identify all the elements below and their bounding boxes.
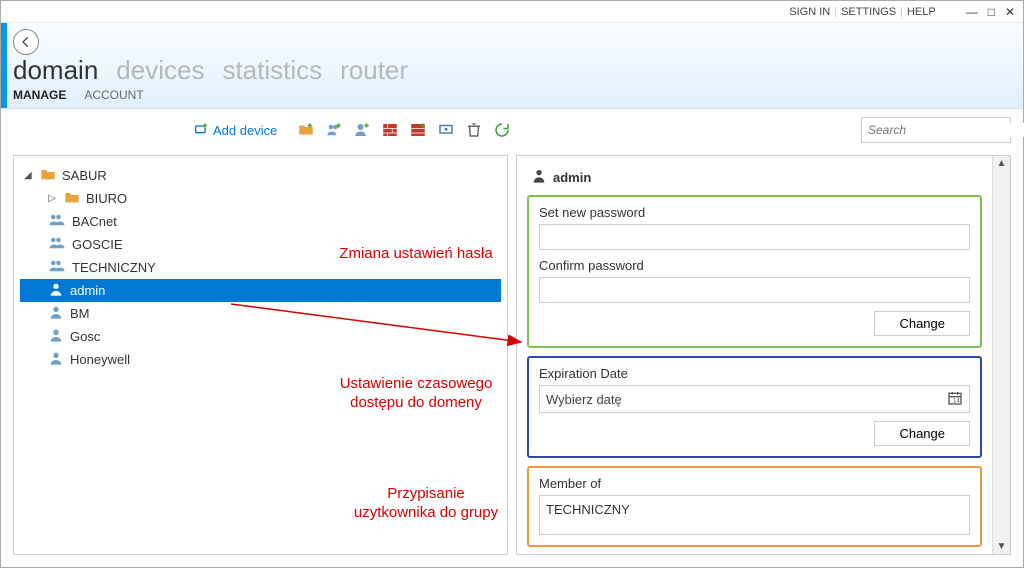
tree-item-honeywell[interactable]: Honeywell xyxy=(20,348,501,371)
password-change-button[interactable]: Change xyxy=(874,311,970,336)
detail-header: admin xyxy=(527,164,982,195)
tree-item-label: BACnet xyxy=(72,214,117,229)
user-icon xyxy=(48,305,64,322)
tree-item-label: BM xyxy=(70,306,90,321)
help-link[interactable]: HELP xyxy=(907,6,936,18)
tree-root[interactable]: ◢ SABUR xyxy=(20,164,501,187)
back-arrow-icon xyxy=(19,35,33,49)
add-device-button[interactable]: Add device xyxy=(193,122,277,138)
tree-item-goscie[interactable]: GOSCIE xyxy=(20,233,501,256)
user-icon xyxy=(48,328,64,345)
close-button[interactable]: ✕ xyxy=(1005,5,1015,19)
separator: | xyxy=(900,6,903,18)
tree-root-label: SABUR xyxy=(62,168,107,183)
titlebar: SIGN IN | SETTINGS | HELP — □ ✕ xyxy=(1,1,1023,23)
user-icon xyxy=(531,168,547,187)
folder-icon xyxy=(40,167,56,184)
firewall2-icon[interactable] xyxy=(409,121,427,139)
add-user-icon[interactable] xyxy=(353,121,371,139)
group-icon xyxy=(48,259,66,276)
maximize-button[interactable]: □ xyxy=(988,5,995,19)
group-icon xyxy=(48,213,66,230)
folder-icon xyxy=(64,190,80,207)
refresh-icon[interactable] xyxy=(493,121,511,139)
network-icon[interactable] xyxy=(437,121,455,139)
scrollbar[interactable]: ▲ ▼ xyxy=(992,156,1010,554)
member-of-label: Member of xyxy=(539,476,970,491)
new-password-input[interactable] xyxy=(539,224,970,250)
settings-link[interactable]: SETTINGS xyxy=(841,6,896,18)
subtab-manage[interactable]: MANAGE xyxy=(13,88,66,102)
firewall-icon[interactable] xyxy=(381,121,399,139)
new-folder-icon[interactable] xyxy=(297,121,315,139)
tree: ◢ SABUR ▷ BIURO BACnet xyxy=(20,164,501,371)
caret-icon: ▷ xyxy=(48,193,58,204)
set-password-label: Set new password xyxy=(539,205,970,220)
tree-item-label: GOSCIE xyxy=(72,237,123,252)
expiration-section: Expiration Date Wybierz datę 14 Change xyxy=(527,356,982,458)
expiration-change-button[interactable]: Change xyxy=(874,421,970,446)
tree-item-label: TECHNICZNY xyxy=(72,260,156,275)
confirm-password-label: Confirm password xyxy=(539,258,970,273)
toolbar-icons xyxy=(297,121,511,139)
titlebar-links: SIGN IN | SETTINGS | HELP xyxy=(789,6,935,18)
separator: | xyxy=(834,6,837,18)
calendar-icon[interactable]: 14 xyxy=(947,390,963,409)
tree-item-bacnet[interactable]: BACnet xyxy=(20,210,501,233)
detail-inner: admin Set new password Confirm password … xyxy=(517,156,992,554)
tree-pane: ◢ SABUR ▷ BIURO BACnet xyxy=(13,155,508,555)
tab-statistics[interactable]: statistics xyxy=(222,55,322,86)
date-picker-text: Wybierz datę xyxy=(546,392,947,407)
caret-icon: ◢ xyxy=(24,170,34,181)
window-controls: — □ ✕ xyxy=(966,5,1015,19)
content-area: ◢ SABUR ▷ BIURO BACnet xyxy=(1,155,1023,567)
tab-domain[interactable]: domain xyxy=(13,55,98,86)
tree-item-techniczny[interactable]: TECHNICZNY xyxy=(20,256,501,279)
tree-item-admin[interactable]: admin xyxy=(20,279,501,302)
member-of-value: TECHNICZNY xyxy=(546,502,630,517)
scroll-up-icon[interactable]: ▲ xyxy=(995,156,1009,171)
user-icon xyxy=(48,351,64,368)
detail-pane: admin Set new password Confirm password … xyxy=(516,155,1011,555)
date-picker[interactable]: Wybierz datę 14 xyxy=(539,385,970,413)
add-device-icon xyxy=(193,122,209,138)
tree-item-label: Honeywell xyxy=(70,352,130,367)
detail-title: admin xyxy=(553,170,591,185)
member-section: Member of TECHNICZNY xyxy=(527,466,982,547)
tree-item-gosc[interactable]: Gosc xyxy=(20,325,501,348)
scroll-down-icon[interactable]: ▼ xyxy=(995,539,1009,554)
search-box[interactable] xyxy=(861,117,1011,143)
search-input[interactable] xyxy=(862,123,1024,137)
tab-devices[interactable]: devices xyxy=(116,55,204,86)
minimize-button[interactable]: — xyxy=(966,5,978,19)
subtab-account[interactable]: ACCOUNT xyxy=(84,88,143,102)
add-device-label: Add device xyxy=(213,123,277,138)
main-nav: domain devices statistics router xyxy=(13,55,1011,86)
tab-router[interactable]: router xyxy=(340,55,408,86)
expiration-label: Expiration Date xyxy=(539,366,970,381)
tree-item-label: Gosc xyxy=(70,329,100,344)
password-section: Set new password Confirm password Change xyxy=(527,195,982,348)
accent-edge xyxy=(1,23,7,108)
group-icon xyxy=(48,236,66,253)
tree-item-bm[interactable]: BM xyxy=(20,302,501,325)
member-of-box[interactable]: TECHNICZNY xyxy=(539,495,970,535)
tree-item-biuro[interactable]: ▷ BIURO xyxy=(20,187,501,210)
back-button[interactable] xyxy=(13,29,39,55)
toolbar: Add device xyxy=(1,109,1023,155)
add-group-icon[interactable] xyxy=(325,121,343,139)
confirm-password-input[interactable] xyxy=(539,277,970,303)
delete-icon[interactable] xyxy=(465,121,483,139)
signin-link[interactable]: SIGN IN xyxy=(789,6,830,18)
tree-item-label: BIURO xyxy=(86,191,127,206)
user-icon xyxy=(48,282,64,299)
header: domain devices statistics router MANAGE … xyxy=(1,23,1023,109)
app-window: SIGN IN | SETTINGS | HELP — □ ✕ domain d… xyxy=(0,0,1024,568)
svg-text:14: 14 xyxy=(953,398,960,404)
tree-item-label: admin xyxy=(70,283,105,298)
sub-nav: MANAGE ACCOUNT xyxy=(13,88,1011,108)
